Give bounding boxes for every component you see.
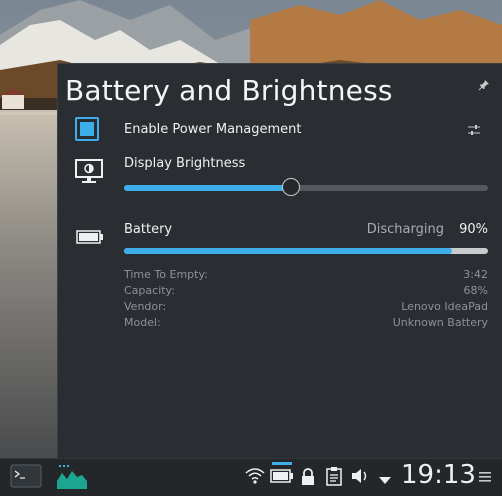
detail-row-vendor: Vendor: Lenovo IdeaPad — [124, 299, 488, 315]
lock-icon[interactable] — [300, 467, 316, 491]
battery-label: Battery — [124, 222, 173, 237]
checkbox-checked-fill — [80, 122, 94, 136]
detail-row-model: Model: Unknown Battery — [124, 315, 488, 331]
taskbar: 19:13 — [0, 458, 502, 496]
terminal-icon[interactable] — [10, 464, 42, 492]
power-management-label: Enable Power Management — [124, 122, 302, 137]
battery-status: Discharging — [366, 222, 444, 237]
detail-key: Time To Empty: — [124, 268, 208, 281]
clipboard-icon[interactable] — [326, 466, 342, 490]
battery-tray-icon[interactable] — [270, 462, 294, 492]
hamburger-menu-icon[interactable] — [478, 469, 492, 488]
detail-key: Vendor: — [124, 300, 167, 313]
battery-details: Time To Empty: 3:42 Capacity: 68% Vendor… — [124, 267, 488, 331]
brightness-slider[interactable] — [124, 178, 488, 196]
brightness-slider-fill — [124, 185, 292, 191]
battery-charge-bar — [124, 248, 488, 254]
detail-key: Model: — [124, 316, 161, 329]
detail-row-capacity: Capacity: 68% — [124, 283, 488, 299]
settings-sliders-icon[interactable] — [466, 122, 482, 138]
detail-value: 68% — [463, 284, 488, 297]
detail-value: Unknown Battery — [392, 316, 488, 329]
monitor-brightness-icon — [75, 159, 103, 189]
clock[interactable]: 19:13 — [401, 460, 476, 490]
system-monitor-icon[interactable] — [56, 463, 88, 495]
battery-charge-fill — [124, 248, 452, 254]
brightness-label: Display Brightness — [124, 156, 246, 171]
battery-icon — [76, 229, 104, 248]
detail-row-time-to-empty: Time To Empty: 3:42 — [124, 267, 488, 283]
expand-tray-icon[interactable] — [378, 471, 392, 490]
wifi-icon[interactable] — [245, 467, 265, 489]
popup-title: Battery and Brightness — [65, 74, 393, 107]
power-management-checkbox[interactable] — [75, 117, 99, 141]
battery-percent: 90% — [459, 222, 488, 237]
brightness-slider-handle[interactable] — [282, 178, 301, 196]
detail-key: Capacity: — [124, 284, 175, 297]
pin-icon[interactable] — [478, 76, 490, 91]
detail-value: 3:42 — [463, 268, 488, 281]
detail-value: Lenovo IdeaPad — [401, 300, 488, 313]
volume-icon[interactable] — [351, 467, 371, 489]
battery-brightness-popup: Battery and Brightness Enable Power Mana… — [57, 63, 502, 458]
